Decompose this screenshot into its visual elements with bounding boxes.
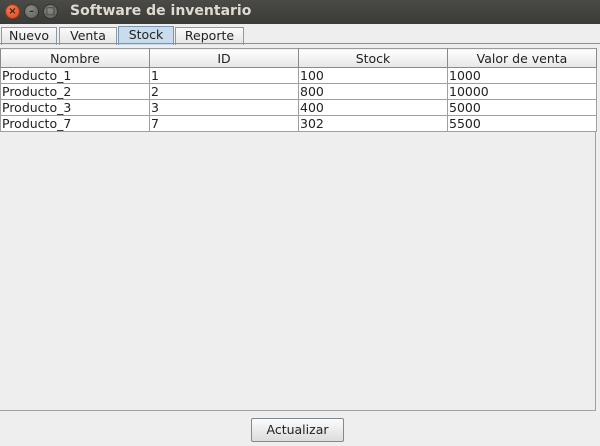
cell-nombre[interactable]: Producto_7 (0, 115, 150, 132)
cell-id[interactable]: 1 (149, 67, 299, 84)
refresh-button[interactable]: Actualizar (251, 418, 344, 442)
cell-stock[interactable]: 302 (298, 115, 448, 132)
close-window-button[interactable]: × (5, 4, 20, 19)
column-header-id[interactable]: ID (149, 48, 299, 68)
minimize-icon: – (29, 6, 34, 17)
table-row[interactable]: Producto_3 3 400 5000 (0, 99, 597, 116)
table-row[interactable]: Producto_2 2 800 10000 (0, 83, 597, 100)
cell-valor-de-venta[interactable]: 1000 (447, 67, 597, 84)
cell-nombre[interactable]: Producto_2 (0, 83, 150, 100)
cell-stock[interactable]: 100 (298, 67, 448, 84)
cell-nombre[interactable]: Producto_3 (0, 99, 150, 116)
cell-nombre[interactable]: Producto_1 (0, 67, 150, 84)
column-header-nombre[interactable]: Nombre (0, 48, 150, 68)
tab-bar: Nuevo Venta Stock Reporte (0, 24, 600, 45)
cell-id[interactable]: 7 (149, 115, 299, 132)
cell-valor-de-venta[interactable]: 5000 (447, 99, 597, 116)
cell-stock[interactable]: 400 (298, 99, 448, 116)
table-row[interactable]: Producto_7 7 302 5500 (0, 115, 597, 132)
stock-table: Nombre ID Stock Valor de venta Producto_… (0, 48, 597, 132)
cell-valor-de-venta[interactable]: 10000 (447, 83, 597, 100)
table-row[interactable]: Producto_1 1 100 1000 (0, 67, 597, 84)
window-titlebar: × – □ Software de inventario (0, 0, 600, 24)
close-icon: × (8, 6, 17, 17)
cell-valor-de-venta[interactable]: 5500 (447, 115, 597, 132)
maximize-icon: □ (45, 6, 56, 17)
cell-id[interactable]: 3 (149, 99, 299, 116)
table-header-row: Nombre ID Stock Valor de venta (0, 48, 597, 68)
maximize-window-button[interactable]: □ (43, 4, 58, 19)
stock-table-scrollpane[interactable]: Nombre ID Stock Valor de venta Producto_… (0, 48, 597, 411)
column-header-stock[interactable]: Stock (298, 48, 448, 68)
cell-id[interactable]: 2 (149, 83, 299, 100)
window-title: Software de inventario (70, 3, 252, 19)
column-header-valor-de-venta[interactable]: Valor de venta (447, 48, 597, 68)
minimize-window-button[interactable]: – (24, 4, 39, 19)
cell-stock[interactable]: 800 (298, 83, 448, 100)
